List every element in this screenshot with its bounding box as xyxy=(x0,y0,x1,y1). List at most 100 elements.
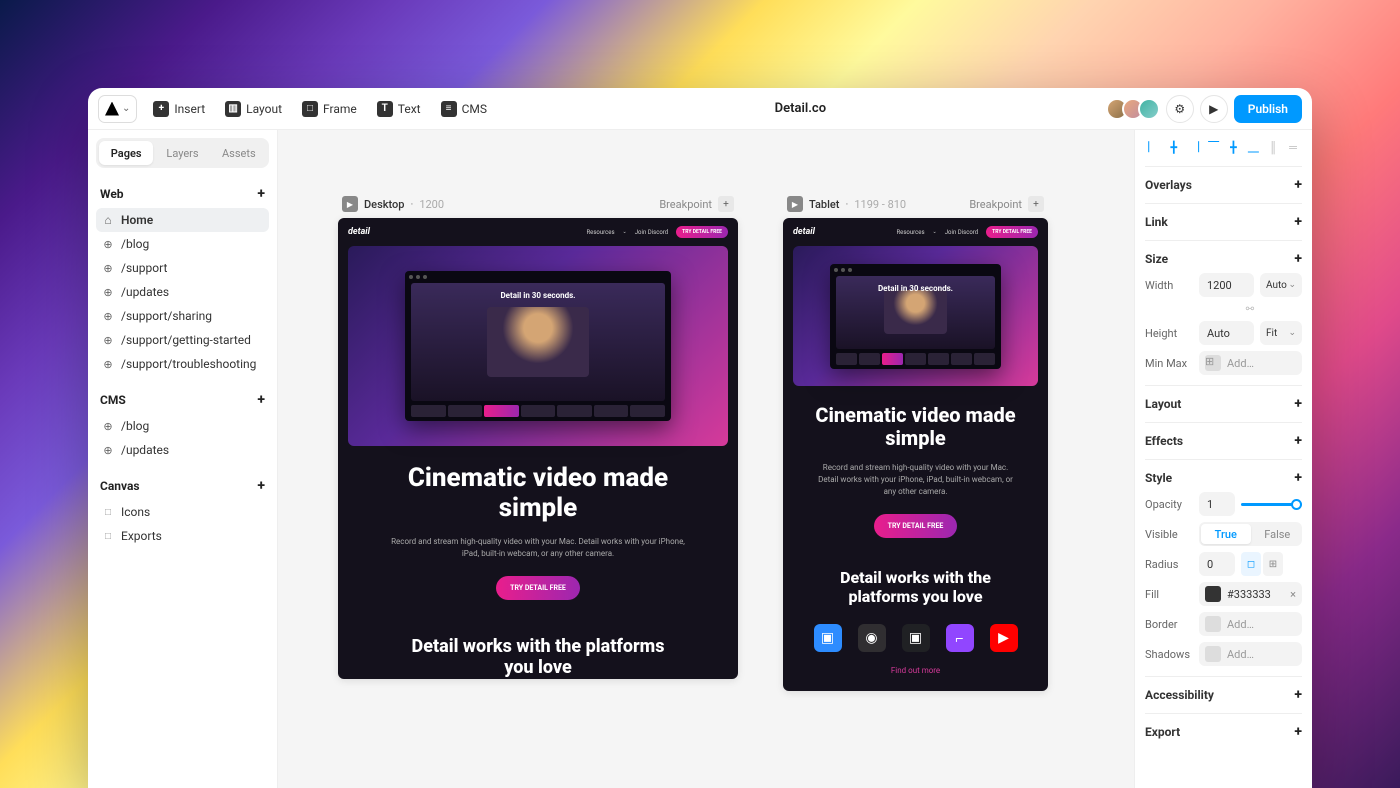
play-icon[interactable]: ▶ xyxy=(342,196,358,212)
separator: · xyxy=(845,198,848,211)
frame-tablet[interactable]: ▶ Tablet · 1199 - 810 Breakpoint + detai… xyxy=(783,190,1048,691)
tool-label: Layout xyxy=(246,102,282,116)
breakpoint-label: Breakpoint xyxy=(969,198,1022,211)
radius-label: Radius xyxy=(1145,558,1193,571)
tab-layers[interactable]: Layers xyxy=(155,141,209,165)
prop-accessibility: Accessibility+ xyxy=(1145,676,1302,713)
preview-button[interactable]: ▶ xyxy=(1200,95,1228,123)
placeholder: Add… xyxy=(1227,618,1254,631)
add-breakpoint-button[interactable]: + xyxy=(1028,196,1044,212)
distribute-h-icon[interactable]: ║ xyxy=(1264,138,1282,156)
add-page-button[interactable]: + xyxy=(257,186,265,202)
add-effects-button[interactable]: + xyxy=(1294,433,1302,449)
mock-app-window: Detail in 30 seconds. xyxy=(405,271,671,421)
globe-icon xyxy=(102,358,114,370)
align-top-icon[interactable]: ⎺ xyxy=(1205,138,1223,156)
tab-pages[interactable]: Pages xyxy=(99,141,153,165)
border-label: Border xyxy=(1145,618,1193,631)
tool-text[interactable]: TText xyxy=(369,95,429,123)
add-size-button[interactable]: + xyxy=(1294,251,1302,267)
page-support-sharing[interactable]: /support/sharing xyxy=(96,304,269,328)
obs-icon: ◉ xyxy=(858,624,886,652)
remove-fill-button[interactable]: × xyxy=(1290,588,1296,601)
radius-individual-icon[interactable]: ⊞ xyxy=(1263,552,1283,576)
cms-updates[interactable]: /updates xyxy=(96,438,269,462)
page-home[interactable]: Home xyxy=(96,208,269,232)
visible-true[interactable]: True xyxy=(1201,524,1251,544)
settings-button[interactable]: ⚙ xyxy=(1166,95,1194,123)
publish-button[interactable]: Publish xyxy=(1234,95,1302,123)
placeholder: Add… xyxy=(1227,357,1254,370)
section-title: Style xyxy=(1145,471,1172,485)
add-overlay-button[interactable]: + xyxy=(1294,177,1302,193)
add-export-button[interactable]: + xyxy=(1294,724,1302,740)
page-support-troubleshooting[interactable]: /support/troubleshooting xyxy=(96,352,269,376)
align-center-v-icon[interactable]: ╋ xyxy=(1225,138,1243,156)
align-center-h-icon[interactable]: ╋ xyxy=(1165,138,1183,156)
shadows-add[interactable]: Add… xyxy=(1199,642,1302,666)
add-breakpoint-button[interactable]: + xyxy=(718,196,734,212)
add-accessibility-button[interactable]: + xyxy=(1294,687,1302,703)
globe-icon xyxy=(102,310,114,322)
tool-cms[interactable]: ≡CMS xyxy=(433,95,495,123)
opacity-input[interactable] xyxy=(1199,492,1235,516)
mock-person xyxy=(884,290,948,334)
visible-false[interactable]: False xyxy=(1253,522,1303,546)
align-right-icon[interactable]: ⎹ xyxy=(1185,138,1203,156)
tool-frame[interactable]: □Frame xyxy=(294,95,365,123)
frame-name: Tablet xyxy=(809,198,839,211)
prop-link: Link+ xyxy=(1145,203,1302,240)
canvas-icons[interactable]: Icons xyxy=(96,500,269,524)
frame-name: Desktop xyxy=(364,198,404,211)
section-title: Effects xyxy=(1145,434,1183,448)
tool-row: +Insert ▥Layout □Frame TText ≡CMS xyxy=(145,95,495,123)
radius-all-icon[interactable]: ◻ xyxy=(1241,552,1261,576)
width-mode-select[interactable]: Auto xyxy=(1260,273,1302,297)
cms-blog[interactable]: /blog xyxy=(96,414,269,438)
mock-desktop[interactable]: detail Resources⌄ Join Discord TRY DETAI… xyxy=(338,218,738,679)
add-style-button[interactable]: + xyxy=(1294,470,1302,486)
visible-toggle[interactable]: True False xyxy=(1199,522,1302,546)
add-canvas-button[interactable]: + xyxy=(257,478,265,494)
fill-control[interactable]: #333333 × xyxy=(1199,582,1302,606)
play-icon[interactable]: ▶ xyxy=(787,196,803,212)
collaborator-avatars[interactable] xyxy=(1106,98,1160,120)
height-mode-select[interactable]: Fit xyxy=(1260,321,1302,345)
tool-layout[interactable]: ▥Layout xyxy=(217,95,290,123)
prop-overlays: Overlays+ xyxy=(1145,166,1302,203)
separator: · xyxy=(410,198,413,211)
mock-video: Detail in 30 seconds. xyxy=(836,276,996,349)
minmax-add[interactable]: ⊞Add… xyxy=(1199,351,1302,375)
page-support[interactable]: /support xyxy=(96,256,269,280)
frame-icon: □ xyxy=(302,101,318,117)
radius-input[interactable] xyxy=(1199,552,1235,576)
align-left-icon[interactable]: ⎸ xyxy=(1145,138,1163,156)
tool-insert[interactable]: +Insert xyxy=(145,95,213,123)
page-support-getting-started[interactable]: /support/getting-started xyxy=(96,328,269,352)
border-add[interactable]: Add… xyxy=(1199,612,1302,636)
fill-swatch[interactable] xyxy=(1205,586,1221,602)
page-blog[interactable]: /blog xyxy=(96,232,269,256)
mock-tablet[interactable]: detail Resources⌄ Join Discord TRY DETAI… xyxy=(783,218,1048,691)
link-dimensions-icon[interactable]: ⚯ xyxy=(1244,300,1256,318)
add-link-button[interactable]: + xyxy=(1294,214,1302,230)
app-menu-button[interactable]: ⌄ xyxy=(98,95,137,123)
tab-assets[interactable]: Assets xyxy=(212,141,266,165)
height-input[interactable] xyxy=(1199,321,1254,345)
opacity-slider[interactable] xyxy=(1241,503,1302,506)
frame-dims: 1200 xyxy=(419,198,444,211)
add-layout-button[interactable]: + xyxy=(1294,396,1302,412)
frame-dims: 1199 - 810 xyxy=(854,198,906,211)
mock-nav-resources: Resources xyxy=(896,229,924,236)
page-updates[interactable]: /updates xyxy=(96,280,269,304)
canvas[interactable]: ▶ Desktop · 1200 Breakpoint + detail xyxy=(278,130,1134,788)
mock-nav-discord: Join Discord xyxy=(635,229,668,236)
add-cms-button[interactable]: + xyxy=(257,392,265,408)
globe-icon xyxy=(102,238,114,250)
mock-logo: detail xyxy=(793,227,815,237)
distribute-v-icon[interactable]: ═ xyxy=(1284,138,1302,156)
width-input[interactable] xyxy=(1199,273,1254,297)
frame-desktop[interactable]: ▶ Desktop · 1200 Breakpoint + detail xyxy=(338,190,738,691)
canvas-exports[interactable]: Exports xyxy=(96,524,269,548)
align-bottom-icon[interactable]: ⎽ xyxy=(1244,138,1262,156)
